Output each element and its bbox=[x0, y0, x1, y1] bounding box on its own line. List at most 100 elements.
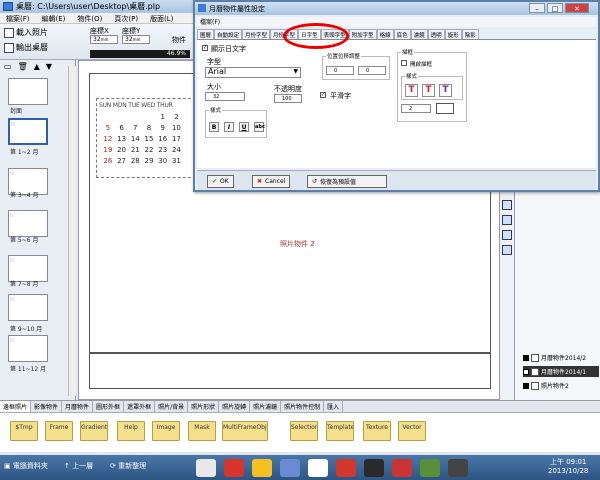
coord-y-input[interactable]: 32mm bbox=[122, 35, 150, 44]
text-style-red-bold-icon[interactable]: T bbox=[422, 84, 435, 97]
taskbar-refresh[interactable]: ⟳ 重新整理 bbox=[110, 461, 146, 471]
new-page-icon[interactable]: ▭ bbox=[4, 62, 12, 71]
page-thumb-3[interactable]: ▯▯ bbox=[8, 210, 48, 237]
border-checkbox[interactable] bbox=[401, 60, 407, 66]
folder-item[interactable]: Mask bbox=[188, 421, 216, 441]
layer-item[interactable]: 月曆物件2014/2 bbox=[523, 352, 599, 363]
tab-rotate[interactable]: 旋形 bbox=[444, 29, 462, 39]
underline-button[interactable]: U bbox=[239, 122, 249, 132]
tab-photo-rotate[interactable]: 照片旋轉 bbox=[219, 401, 251, 412]
text-style-purple-icon[interactable]: T bbox=[439, 84, 452, 97]
visibility-icon[interactable] bbox=[523, 382, 529, 389]
font-select[interactable]: Arial ▼ bbox=[205, 67, 301, 78]
tab-photo-shape[interactable]: 照片形狀 bbox=[188, 401, 220, 412]
visibility-icon[interactable] bbox=[523, 368, 529, 375]
tab-layer[interactable]: 圖層 bbox=[197, 29, 215, 39]
distribute-icon[interactable] bbox=[502, 215, 512, 225]
opacity-spinner[interactable]: 100 bbox=[274, 94, 302, 103]
minimize-button[interactable]: – bbox=[529, 3, 545, 13]
tab-import[interactable]: 匯入 bbox=[324, 401, 344, 412]
taskbar-folder[interactable]: ▣ 電腦資料夾 bbox=[4, 461, 48, 471]
page-thumb-cover[interactable] bbox=[8, 78, 48, 105]
zoom-bar[interactable]: 46.9% bbox=[90, 50, 190, 58]
folder-item[interactable]: $Tmp bbox=[10, 421, 38, 441]
italic-button[interactable]: I bbox=[224, 122, 234, 132]
text-style-red-icon[interactable]: T bbox=[405, 84, 418, 97]
position-x-spinner[interactable]: 0 bbox=[326, 66, 354, 75]
taskbar-app-icon[interactable] bbox=[364, 459, 384, 477]
ok-button[interactable]: ✔ OK bbox=[207, 175, 234, 188]
close-button[interactable]: ✕ bbox=[565, 3, 589, 13]
tab-photo-control[interactable]: 照片物件控制 bbox=[281, 401, 325, 412]
tab-shadow[interactable]: 陰影 bbox=[461, 29, 479, 39]
delete-page-icon[interactable]: 🗑 bbox=[18, 62, 28, 71]
folder-item[interactable]: Frame bbox=[45, 421, 73, 441]
strikethrough-button[interactable]: abc bbox=[254, 122, 265, 132]
layer-item[interactable]: 照片物件2 bbox=[523, 380, 599, 391]
page-thumb-6[interactable]: ▯▯ bbox=[8, 335, 48, 362]
tab-frame-photo[interactable]: 邊框照片 bbox=[0, 401, 32, 412]
tab-mask-frame[interactable]: 遮罩外框 bbox=[124, 401, 156, 412]
taskbar-app-icon[interactable] bbox=[280, 459, 300, 477]
taskbar-up[interactable]: ↑ 上一層 bbox=[64, 461, 93, 471]
move-up-icon[interactable]: ▲ bbox=[34, 62, 40, 71]
layer-order-icon[interactable] bbox=[502, 245, 512, 255]
menu-object[interactable]: 物件(O) bbox=[71, 13, 108, 23]
tab-calendar-object[interactable]: 月曆物件 bbox=[62, 401, 94, 412]
menu-layout[interactable]: 版面(L) bbox=[144, 13, 179, 23]
group-icon[interactable] bbox=[502, 230, 512, 240]
border-size-spinner[interactable]: 2 bbox=[401, 104, 431, 113]
folder-item[interactable]: Vector bbox=[398, 421, 426, 441]
folder-item[interactable]: Texture bbox=[363, 421, 391, 441]
page-thumb-1[interactable]: ▯▯ bbox=[8, 118, 48, 145]
size-spinner[interactable]: 32 bbox=[205, 92, 245, 101]
tab-grid[interactable]: 格線 bbox=[376, 29, 394, 39]
tab-photo-background[interactable]: 照片/背景 bbox=[155, 401, 189, 412]
month-calendar-object[interactable]: SUN MON TUE WED THUR 1 2 5 6 7 8 9 10 12 13 14 15 16… bbox=[96, 98, 196, 178]
sidebar-scrollbar[interactable] bbox=[68, 66, 76, 396]
folder-item[interactable]: Help bbox=[117, 421, 145, 441]
folder-item[interactable]: Selection bbox=[290, 421, 318, 441]
tab-month-font[interactable]: 月份字型 bbox=[242, 29, 271, 39]
maximize-button[interactable]: □ bbox=[547, 3, 563, 13]
folder-item[interactable]: Template bbox=[326, 421, 354, 441]
show-date-checkbox[interactable]: ✓ bbox=[202, 45, 208, 51]
bold-button[interactable]: B bbox=[209, 122, 219, 132]
tab-background[interactable]: 底色 bbox=[393, 29, 411, 39]
position-y-spinner[interactable]: 0 bbox=[358, 66, 386, 75]
export-calendar-button[interactable]: 輸出桌曆 bbox=[4, 42, 48, 53]
pdf-icon[interactable] bbox=[308, 459, 328, 477]
menu-file[interactable]: 檔案(F) bbox=[0, 13, 36, 23]
tab-auto[interactable]: 自動設定 bbox=[214, 29, 243, 39]
visibility-icon[interactable] bbox=[523, 354, 529, 361]
folder-item[interactable]: Image bbox=[152, 421, 180, 441]
border-color-swatch[interactable] bbox=[436, 103, 454, 114]
layer-item-selected[interactable]: 月曆物件2014/1 bbox=[523, 366, 599, 377]
load-photo-button[interactable]: 載入照片 bbox=[4, 27, 48, 38]
folder-item[interactable]: MultiFrameObjectTemplat bbox=[222, 421, 268, 441]
taskbar-app-icon[interactable] bbox=[420, 459, 440, 477]
tab-transparent[interactable]: 透明 bbox=[427, 29, 445, 39]
taskbar-app-icon[interactable] bbox=[252, 459, 272, 477]
tab-image-object[interactable]: 影像物件 bbox=[31, 401, 63, 412]
page-thumb-4[interactable]: ▯▯ bbox=[8, 255, 48, 282]
cancel-button[interactable]: ✖ Cancel bbox=[252, 175, 291, 188]
tab-shape-frame[interactable]: 圖形外框 bbox=[93, 401, 125, 412]
page-thumb-5[interactable]: ▯▯ bbox=[8, 294, 48, 321]
tab-filter[interactable]: 濾鏡 bbox=[410, 29, 428, 39]
taskbar-app-icon[interactable] bbox=[224, 459, 244, 477]
align-icon[interactable] bbox=[502, 200, 512, 210]
menu-edit[interactable]: 編輯(E) bbox=[36, 13, 72, 23]
tab-extra-font[interactable]: 附加字型 bbox=[348, 29, 377, 39]
filezilla-icon[interactable] bbox=[392, 459, 412, 477]
move-down-icon[interactable]: ▼ bbox=[46, 62, 52, 71]
coord-x-input[interactable]: 32mm bbox=[90, 35, 118, 44]
menu-page[interactable]: 頁次(P) bbox=[108, 13, 144, 23]
restore-default-button[interactable]: ↺ 恢復為預設值 bbox=[307, 175, 387, 188]
folder-item[interactable]: Gradient Template bbox=[80, 421, 108, 441]
smooth-font-checkbox[interactable]: ✓ bbox=[320, 92, 326, 98]
dialog-menu-file[interactable]: 檔案(F) bbox=[197, 19, 220, 26]
taskbar-app-icon[interactable] bbox=[336, 459, 356, 477]
taskbar-app-icon[interactable] bbox=[448, 459, 468, 477]
taskbar-app-icon[interactable] bbox=[196, 459, 216, 477]
